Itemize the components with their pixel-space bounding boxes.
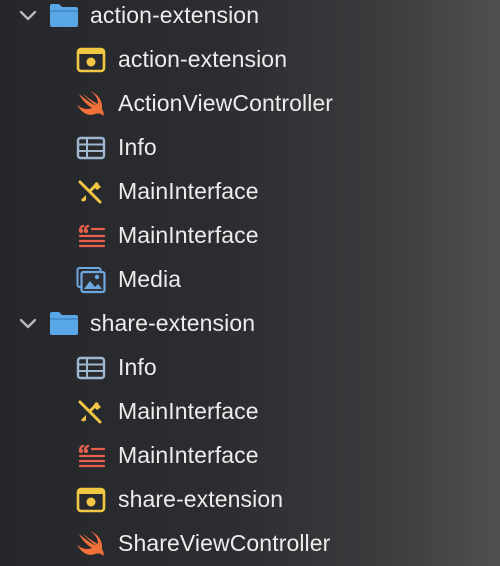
file-label: Media (118, 266, 182, 292)
folder-icon (48, 309, 80, 337)
plist-icon (76, 354, 106, 382)
group-label: share-extension (90, 310, 256, 336)
file-label: ActionViewController (118, 90, 334, 116)
chevron-down-icon[interactable] (18, 314, 38, 334)
file-row-share-extension-entitlements[interactable]: share-extension (0, 478, 500, 522)
asset-catalog-icon (76, 266, 106, 294)
file-row-maininterface-storyboard[interactable]: MainInterface (0, 390, 500, 434)
swift-icon (76, 90, 106, 118)
plist-icon (76, 134, 106, 162)
file-row-info-plist[interactable]: Info (0, 346, 500, 390)
group-label: action-extension (90, 2, 260, 28)
file-row-info-plist[interactable]: Info (0, 126, 500, 170)
file-row-media-assets[interactable]: Media (0, 258, 500, 302)
file-label: Info (118, 134, 157, 160)
group-action-extension[interactable]: action-extension (0, 0, 500, 38)
file-label: action-extension (118, 46, 288, 72)
storyboard-icon (76, 398, 106, 426)
file-label: MainInterface (118, 398, 259, 424)
file-label: share-extension (118, 486, 284, 512)
file-row-maininterface-strings[interactable]: MainInterface (0, 434, 500, 478)
file-row-shareviewcontroller[interactable]: ShareViewController (0, 522, 500, 566)
file-row-maininterface-storyboard[interactable]: MainInterface (0, 170, 500, 214)
entitlements-icon (76, 486, 106, 514)
group-share-extension[interactable]: share-extension (0, 302, 500, 346)
storyboard-icon (76, 178, 106, 206)
file-label: MainInterface (118, 222, 259, 248)
project-navigator: action-extension action-extension Action… (0, 0, 500, 562)
file-label: MainInterface (118, 442, 259, 468)
strings-icon (76, 222, 106, 250)
file-label: Info (118, 354, 157, 380)
file-label: MainInterface (118, 178, 259, 204)
entitlements-icon (76, 46, 106, 74)
swift-icon (76, 530, 106, 558)
file-row-maininterface-strings[interactable]: MainInterface (0, 214, 500, 258)
file-label: ShareViewController (118, 530, 331, 556)
strings-icon (76, 442, 106, 470)
file-row-action-extension-entitlements[interactable]: action-extension (0, 38, 500, 82)
folder-icon (48, 1, 80, 29)
file-row-actionviewcontroller[interactable]: ActionViewController (0, 82, 500, 126)
chevron-down-icon[interactable] (18, 6, 38, 26)
